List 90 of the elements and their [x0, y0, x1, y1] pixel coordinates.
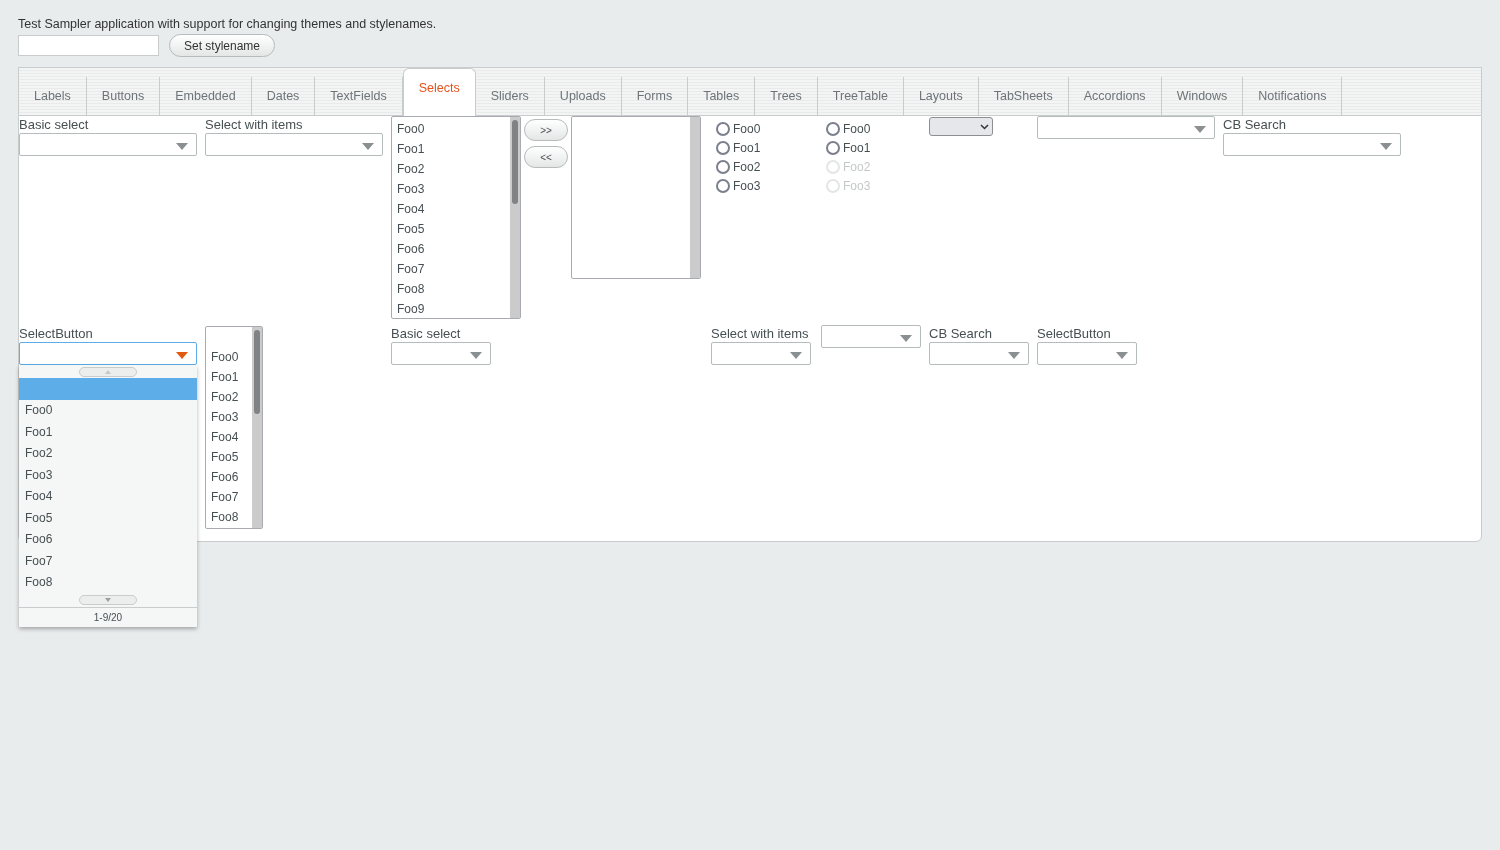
scrollbar[interactable]	[252, 327, 262, 528]
description-text: Test Sampler application with support for changing themes and stylenames.	[18, 16, 438, 33]
dropdown-option[interactable]: Foo3	[19, 464, 197, 486]
list-option[interactable]: Foo3	[206, 407, 252, 427]
select-label: Select with items	[205, 116, 304, 133]
radio-label: Foo1	[733, 139, 761, 157]
list-option[interactable]: Foo7	[392, 259, 510, 279]
page-indicator: 1-9/20	[93, 610, 123, 625]
dropdown-option[interactable]: Foo8	[19, 572, 197, 594]
radio-label: Foo3	[843, 177, 871, 195]
radio-label: Foo0	[843, 120, 871, 138]
dropdown-arrow-icon	[1380, 143, 1392, 150]
select-label: Basic select	[19, 116, 90, 133]
dropdown-arrow-icon	[176, 143, 188, 150]
select-label: Basic select	[391, 325, 462, 342]
dropdown-option[interactable]: Foo7	[19, 550, 197, 572]
list-option[interactable]: Foo5	[392, 219, 510, 239]
radio-button[interactable]	[716, 178, 730, 193]
dropdown-option[interactable]: Foo0	[19, 400, 197, 422]
list-option[interactable]: Foo9	[392, 299, 510, 318]
dropdown-field[interactable]	[821, 325, 921, 348]
list-box[interactable]: Foo0 Foo1 Foo2 Foo3 Foo4 Foo5 Foo6 Foo7 Foo8	[205, 326, 263, 529]
dropdown-field[interactable]	[19, 133, 197, 156]
dropdown-field[interactable]	[1223, 133, 1401, 156]
list-option[interactable]: Foo5	[206, 447, 252, 467]
scrollbar[interactable]	[510, 117, 520, 318]
select-label: Select with items	[711, 325, 810, 342]
list-box[interactable]	[571, 116, 701, 279]
set-stylename-button[interactable]: Set stylename	[169, 34, 276, 57]
tab[interactable]: Selects	[402, 68, 476, 116]
up-arrow-icon	[105, 369, 111, 374]
list-option[interactable]: Foo3	[392, 179, 510, 199]
dropdown-arrow-icon	[1008, 352, 1020, 359]
chevron-down-icon	[980, 124, 989, 130]
list-option[interactable]: Foo0	[206, 347, 252, 367]
radio-button[interactable]	[826, 140, 840, 155]
radio-button[interactable]	[716, 140, 730, 155]
list-option[interactable]: Foo1	[206, 367, 252, 387]
select-label: SelectButton	[19, 325, 94, 342]
select-label: SelectButton	[1037, 325, 1112, 342]
list-option[interactable]: Foo6	[206, 467, 252, 487]
dropdown-field[interactable]	[711, 342, 811, 365]
scroll-up-button[interactable]	[79, 366, 137, 377]
dropdown-field[interactable]	[1037, 116, 1215, 139]
dropdown-option[interactable]: Foo6	[19, 529, 197, 551]
radio-label: Foo1	[843, 139, 871, 157]
scrollbar[interactable]	[690, 117, 700, 278]
list-option[interactable]: Foo8	[206, 507, 252, 527]
radio-button[interactable]	[826, 121, 840, 136]
dropdown-arrow-icon	[1116, 352, 1128, 359]
dropdown-option[interactable]: Foo2	[19, 443, 197, 465]
list-box[interactable]: Foo0 Foo1 Foo2 Foo3 Foo4 Foo5 Foo6 Foo7 Foo8 Foo9	[391, 116, 521, 319]
radio-label: Foo3	[733, 177, 761, 195]
dropdown-arrow-icon	[470, 352, 482, 359]
list-option[interactable]: Foo4	[206, 427, 252, 447]
native-select[interactable]	[929, 117, 993, 136]
radio-label: Foo2	[843, 158, 871, 176]
list-option[interactable]: Foo4	[392, 199, 510, 219]
radio-label: Foo2	[733, 158, 761, 176]
list-option[interactable]: Foo1	[392, 139, 510, 159]
dropdown-arrow-icon	[790, 352, 802, 359]
list-option[interactable]: Foo0	[392, 119, 510, 139]
radio-button[interactable]	[716, 121, 730, 136]
add-button[interactable]: >>	[524, 119, 568, 141]
remove-button[interactable]: <<	[524, 146, 568, 168]
dropdown-field[interactable]	[391, 342, 491, 365]
radio-label: Foo0	[733, 120, 761, 138]
dropdown-option[interactable]: Foo4	[19, 486, 197, 508]
dropdown-field[interactable]	[929, 342, 1029, 365]
down-arrow-icon	[105, 598, 111, 602]
list-option[interactable]: Foo8	[392, 279, 510, 299]
dropdown-option[interactable]: Foo1	[19, 421, 197, 443]
dropdown-arrow-icon	[362, 143, 374, 150]
scroll-down-button[interactable]	[79, 595, 137, 605]
dropdown-option[interactable]: Foo5	[19, 507, 197, 529]
blank-option[interactable]	[19, 378, 197, 400]
select-label: CB Search	[929, 325, 993, 342]
list-option[interactable]: Foo7	[206, 487, 252, 507]
list-option[interactable]: Foo2	[206, 387, 252, 407]
stylename-input[interactable]	[18, 35, 159, 56]
dropdown-arrow-icon	[900, 335, 912, 342]
select-label: CB Search	[1223, 116, 1287, 133]
list-option[interactable]: Foo2	[392, 159, 510, 179]
dropdown-field[interactable]	[1037, 342, 1137, 365]
dropdown-arrow-icon	[1194, 126, 1206, 133]
list-option[interactable]: Foo6	[392, 239, 510, 259]
dropdown-field[interactable]	[19, 342, 197, 365]
radio-button[interactable]	[716, 159, 730, 174]
dropdown-arrow-icon	[176, 352, 188, 359]
dropdown-field[interactable]	[205, 133, 383, 156]
